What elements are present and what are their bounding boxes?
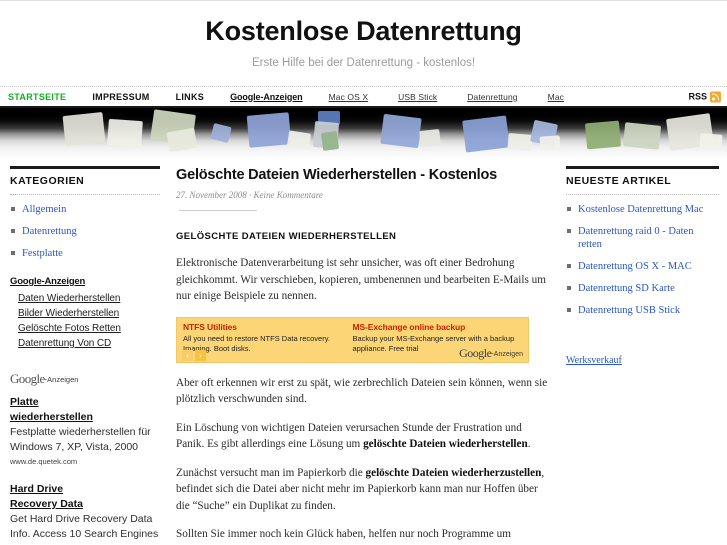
text-ad-platte: Platte wiederherstellen Festplatte wiede… — [10, 395, 160, 468]
werksverkauf-link[interactable]: Werksverkauf — [566, 355, 719, 366]
page-root: Kostenlose Datenrettung Erste Hilfe bei … — [0, 0, 727, 545]
ad-prev-arrow-icon[interactable]: ‹ — [182, 349, 193, 361]
banner-paper-shape — [539, 135, 561, 151]
banner-paper-shape — [462, 115, 510, 153]
article-link-datenrettung-raid-0[interactable]: Datenrettung raid 0 - Daten retten — [567, 225, 719, 251]
page-title: Gelöschte Dateien Wiederherstellen - Kos… — [176, 167, 498, 183]
ad-pagination: ‹ › — [182, 349, 206, 361]
site-header: Kostenlose Datenrettung Erste Hilfe bei … — [0, 0, 727, 86]
neueste-artikel-heading: NEUESTE ARTIKEL — [566, 175, 672, 187]
text-ad-title-line1[interactable]: Platte — [10, 395, 160, 410]
ad-slot-title[interactable]: NTFS Utilities — [183, 322, 353, 333]
article-link-datenrettung-sd-karte[interactable]: Datenrettung SD Karte — [567, 282, 719, 295]
text-ad-body: Festplatte wiederherstellen für Windows … — [10, 426, 151, 453]
inline-advertisement: NTFS Utilities All you need to restore N… — [176, 316, 529, 363]
text-ad-hard-drive: Hard Drive Recovery Data Get Hard Drive … — [10, 482, 160, 545]
google-ads-links: Daten Wiederherstellen Bilder Wiederhers… — [10, 291, 160, 351]
post-paragraph: Elektronische Datenverarbeitung ist sehr… — [176, 257, 546, 302]
post-paragraph: Ein Löschung von wichtigen Dateien verur… — [176, 421, 531, 451]
divider — [10, 194, 160, 195]
nav-item-impressum[interactable]: IMPRESSUM — [92, 92, 149, 102]
banner-paper-shape — [107, 118, 143, 148]
google-ads-heading[interactable]: Google-Anzeigen — [10, 276, 160, 287]
ad-link-datenrettung-von-cd[interactable]: Datenrettung Von CD — [18, 336, 160, 351]
post-paragraph: Sollten Sie immer noch kein Glück haben,… — [176, 528, 511, 545]
nav-item-google-anzeigen[interactable]: Google-Anzeigen — [230, 92, 303, 102]
category-list: Allgemein Datenrettung Festplatte — [10, 203, 160, 260]
banner-paper-shape — [699, 133, 723, 151]
text-ad-body: Get Hard Drive Recovery Data Info. Acces… — [10, 513, 159, 545]
nav-item-usb-stick[interactable]: USB Stick — [398, 92, 437, 102]
banner-paper-shape — [419, 128, 441, 148]
banner-paper-shape — [380, 113, 422, 149]
ad-slot-ntfs: NTFS Utilities All you need to restore N… — [183, 322, 353, 362]
article-link-kostenlose-datenrettung-mac[interactable]: Kostenlose Datenrettung Mac — [567, 203, 719, 216]
header-banner-image — [0, 108, 727, 160]
google-logo: Google-Anzeigen — [10, 371, 160, 389]
nav-item-mac-os-x[interactable]: Mac OS X — [329, 92, 369, 102]
divider — [10, 166, 160, 169]
ad-next-arrow-icon[interactable]: › — [195, 349, 206, 361]
sidebar-item-allgemein[interactable]: Allgemein — [11, 203, 160, 216]
ad-slot-body: All you need to restore NTFS Data recove… — [183, 333, 331, 353]
banner-paper-shape — [166, 127, 198, 153]
post-meta: 27. November 2008 · Keine Kommentare — [176, 190, 323, 200]
google-wordmark-suffix: -Anzeigen — [44, 375, 79, 384]
site-title: Kostenlose Datenrettung — [205, 16, 522, 46]
divider — [566, 166, 719, 169]
article-link-datenrettung-os-x-mac[interactable]: Datenrettung OS X - MAC — [567, 260, 719, 273]
divider — [179, 210, 257, 211]
recent-articles-list: Kostenlose Datenrettung Mac Datenrettung… — [566, 203, 719, 317]
main-navigation: STARTSEITE IMPRESSUM LINKS Google-Anzeig… — [0, 86, 727, 108]
divider — [566, 194, 719, 195]
nav-item-datenrettung[interactable]: Datenrettung — [467, 92, 517, 102]
nav-items: STARTSEITE IMPRESSUM LINKS Google-Anzeig… — [0, 87, 727, 106]
post-paragraph: Zunächst versucht man im Papierkorb die … — [176, 466, 545, 512]
banner-paper-shape — [622, 122, 662, 150]
nav-item-mac[interactable]: Mac — [548, 92, 564, 102]
google-ads-logo: Google-Anzeigen — [459, 346, 523, 361]
banner-paper-shape — [210, 123, 232, 143]
nav-item-links[interactable]: LINKS — [176, 92, 205, 102]
site-tagline: Erste Hilfe bei der Datenrettung - koste… — [251, 57, 476, 69]
google-wordmark-text: Google — [459, 345, 492, 360]
google-wordmark-text: Google — [10, 371, 45, 386]
banner-paper-shape — [584, 120, 622, 150]
kategorien-heading: KATEGORIEN — [10, 175, 85, 187]
sidebar-item-datenrettung[interactable]: Datenrettung — [11, 225, 160, 238]
banner-paper-shape — [286, 130, 312, 150]
post-paragraph: Aber oft erkennen wir erst zu spät, wie … — [176, 376, 548, 406]
sidebar-item-festplatte[interactable]: Festplatte — [11, 247, 160, 260]
rss-icon — [710, 91, 721, 102]
text-ad-title-line1[interactable]: Hard Drive — [10, 482, 160, 497]
banner-paper-shape — [246, 112, 292, 148]
content-columns: KATEGORIEN Allgemein Datenrettung Festpl… — [0, 160, 727, 545]
article-link-datenrettung-usb-stick[interactable]: Datenrettung USB Stick — [567, 304, 719, 317]
left-sidebar: KATEGORIEN Allgemein Datenrettung Festpl… — [0, 166, 168, 545]
ad-link-geloeschte-fotos-retten[interactable]: Gelöschte Fotos Retten — [18, 321, 160, 336]
main-content: Gelöschte Dateien Wiederherstellen - Kos… — [168, 166, 558, 545]
right-sidebar: NEUESTE ARTIKEL Kostenlose Datenrettung … — [558, 166, 727, 545]
ad-link-bilder-wiederherstellen[interactable]: Bilder Wiederherstellen — [18, 306, 160, 321]
rss-label: RSS — [688, 91, 707, 102]
text-ad-url: www.de.quetek.com — [10, 457, 78, 466]
banner-paper-shape — [507, 132, 533, 152]
ad-slot-title[interactable]: MS-Exchange online backup — [353, 322, 523, 333]
text-ad-title-line2[interactable]: Recovery Data — [10, 497, 160, 512]
banner-paper-shape — [320, 130, 340, 152]
banner-paper-shape — [62, 111, 106, 147]
rss-link[interactable]: RSS — [688, 91, 721, 102]
post-subheading: GELÖSCHTE DATEIEN WIEDERHERSTELLEN — [176, 231, 397, 242]
ad-link-daten-wiederherstellen[interactable]: Daten Wiederherstellen — [18, 291, 160, 306]
nav-item-startseite[interactable]: STARTSEITE — [8, 92, 66, 102]
google-wordmark-suffix: -Anzeigen — [491, 350, 523, 358]
text-ad-title-line2[interactable]: wiederherstellen — [10, 410, 160, 425]
